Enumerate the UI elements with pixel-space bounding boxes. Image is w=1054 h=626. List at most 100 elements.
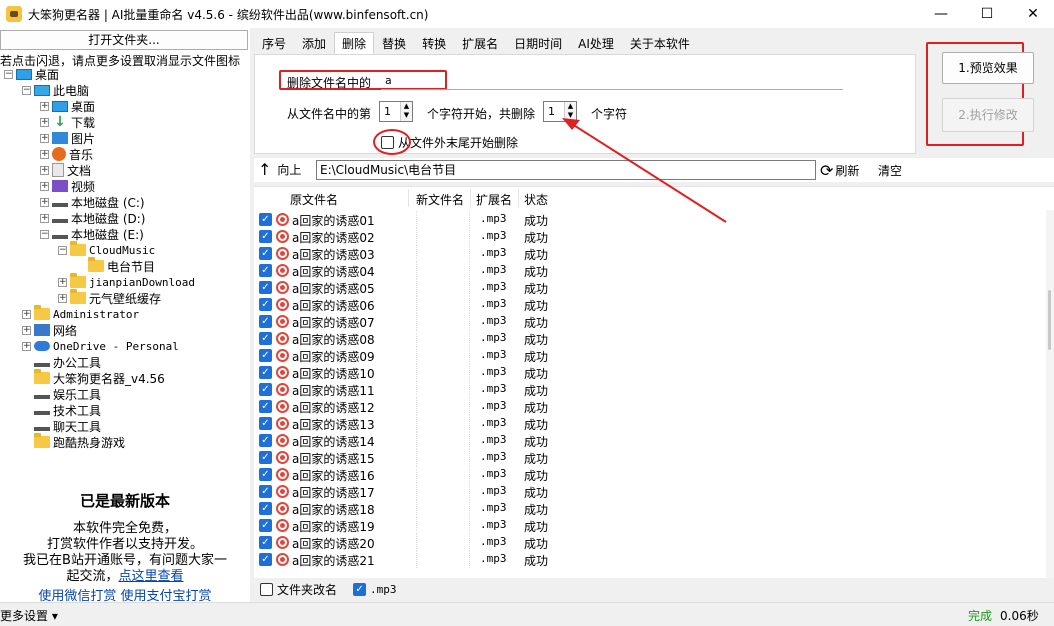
col-extension[interactable]: 扩展名 [476,191,512,208]
row-checkbox[interactable]: ✓ [259,281,272,294]
tab-3[interactable]: 替换 [374,32,415,54]
row-checkbox[interactable]: ✓ [259,485,272,498]
tree-item[interactable]: 娱乐工具 [22,386,101,402]
tab-5[interactable]: 扩展名 [454,32,507,54]
table-row[interactable]: ✓ a回家的诱惑13 .mp3 成功 [254,415,1054,432]
row-checkbox[interactable]: ✓ [259,247,272,260]
tree-item[interactable]: 跑酷热身游戏 [22,433,125,450]
tree-item[interactable]: − CloudMusic [58,241,155,258]
row-checkbox[interactable]: ✓ [259,332,272,345]
minimize-button[interactable]: — [918,0,964,28]
folder-rename-option[interactable]: 文件夹改名 [260,581,337,598]
tab-8[interactable]: 关于本软件 [621,32,698,54]
table-row[interactable]: ✓ a回家的诱惑05 .mp3 成功 [254,279,1054,296]
tree-item[interactable]: + Administrator [22,305,139,322]
col-original-name[interactable]: 原文件名 [290,191,338,208]
tab-7[interactable]: AI处理 [570,32,622,54]
table-row[interactable]: ✓ a回家的诱惑11 .mp3 成功 [254,381,1054,398]
tab-2[interactable]: 删除 [334,32,375,54]
tree-item[interactable]: 大笨狗更名器_v4.56 [22,369,165,386]
row-checkbox[interactable]: ✓ [259,434,272,447]
row-checkbox[interactable]: ✓ [259,264,272,277]
expand-icon[interactable]: + [40,101,49,111]
tree-item[interactable]: − 本地磁盘 (E:) [40,226,144,242]
table-row[interactable]: ✓ a回家的诱惑08 .mp3 成功 [254,330,1054,347]
table-row[interactable]: ✓ a回家的诱惑14 .mp3 成功 [254,432,1054,449]
folder-rename-checkbox[interactable] [260,582,273,596]
table-row[interactable]: ✓ a回家的诱惑06 .mp3 成功 [254,296,1054,313]
expand-icon[interactable]: + [22,341,31,351]
expand-icon[interactable]: + [22,325,31,335]
collapse-icon[interactable]: − [58,245,67,255]
path-input[interactable]: E:\CloudMusic\电台节目 [316,160,816,180]
more-settings-button[interactable]: 更多设置 ▾ [0,607,58,624]
open-folder-button[interactable]: 打开文件夹... [0,30,248,50]
refresh-button[interactable]: ⟳ 刷新 [820,161,859,180]
maximize-button[interactable]: ☐ [964,0,1010,28]
row-checkbox[interactable]: ✓ [259,315,272,328]
bilibili-link[interactable]: 点这里查看 [119,569,184,584]
table-row[interactable]: ✓ a回家的诱惑07 .mp3 成功 [254,313,1054,330]
expand-icon[interactable]: + [58,293,67,303]
up-button[interactable]: ↑ 向上 [258,160,301,179]
tab-1[interactable]: 添加 [294,32,335,54]
table-row[interactable]: ✓ a回家的诱惑01 .mp3 成功 [254,211,1054,228]
row-checkbox[interactable]: ✓ [259,400,272,413]
table-row[interactable]: ✓ a回家的诱惑09 .mp3 成功 [254,347,1054,364]
collapse-icon[interactable]: − [4,69,13,79]
row-checkbox[interactable]: ✓ [259,213,272,226]
expand-icon[interactable]: + [40,165,49,175]
expand-icon[interactable]: + [40,149,49,159]
file-list[interactable]: 原文件名 新文件名 扩展名 状态 ✓ a回家的诱惑01 .mp3 成功 ✓ a回家的诱惑0… [254,186,1054,578]
tree-item[interactable]: + OneDrive - Personal [22,338,179,354]
tree-item[interactable]: − 此电脑 [22,82,89,98]
ext-filter-checkbox[interactable]: ✓ [353,582,367,596]
tree-item[interactable]: 聊天工具 [22,418,101,434]
table-row[interactable]: ✓ a回家的诱惑02 .mp3 成功 [254,228,1054,245]
tab-6[interactable]: 日期时间 [506,32,571,54]
table-row[interactable]: ✓ a回家的诱惑04 .mp3 成功 [254,262,1054,279]
tree-item[interactable]: + jianpianDownload [58,273,195,290]
tab-0[interactable]: 序号 [254,32,295,54]
table-row[interactable]: ✓ a回家的诱惑19 .mp3 成功 [254,517,1054,534]
tree-item[interactable]: + 文档 [40,162,91,178]
table-row[interactable]: ✓ a回家的诱惑18 .mp3 成功 [254,500,1054,517]
tree-item[interactable]: + 图片 [40,130,95,146]
row-checkbox[interactable]: ✓ [259,502,272,515]
expand-icon[interactable]: + [40,181,49,191]
tree-item[interactable]: + 本地磁盘 (D:) [40,210,145,226]
tree-item[interactable]: + 本地磁盘 (C:) [40,194,145,210]
row-checkbox[interactable]: ✓ [259,536,272,549]
row-checkbox[interactable]: ✓ [259,451,272,464]
preview-button[interactable]: 1.预览效果 [942,52,1034,84]
tab-4[interactable]: 转换 [414,32,455,54]
expand-icon[interactable]: + [40,213,49,223]
tree-item[interactable]: 技术工具 [22,402,101,418]
spinner-arrows-icon[interactable]: ▲ ▼ [400,102,412,121]
row-checkbox[interactable]: ✓ [259,230,272,243]
expand-icon[interactable]: + [58,277,67,287]
collapse-icon[interactable]: − [22,85,31,95]
delete-count-spinner[interactable]: 1 ▲ ▼ [543,101,577,122]
table-row[interactable]: ✓ a回家的诱惑20 .mp3 成功 [254,534,1054,551]
tree-item[interactable]: + 音乐 [40,146,93,162]
tree-item[interactable]: + 视频 [40,178,95,194]
table-row[interactable]: ✓ a回家的诱惑10 .mp3 成功 [254,364,1054,381]
row-checkbox[interactable]: ✓ [259,349,272,362]
table-row[interactable]: ✓ a回家的诱惑17 .mp3 成功 [254,483,1054,500]
clear-button[interactable]: 清空 [878,162,902,179]
table-row[interactable]: ✓ a回家的诱惑12 .mp3 成功 [254,398,1054,415]
start-position-spinner[interactable]: 1 ▲ ▼ [379,101,413,122]
vertical-scrollbar[interactable] [1046,210,1054,578]
delete-text-input[interactable] [381,72,843,90]
tree-item[interactable]: + 桌面 [40,98,95,114]
col-new-name[interactable]: 新文件名 [416,191,464,208]
tree-item[interactable]: 电台节目 [76,257,155,274]
table-row[interactable]: ✓ a回家的诱惑16 .mp3 成功 [254,466,1054,483]
expand-icon[interactable]: + [40,197,49,207]
ext-filter-option[interactable]: ✓ .mp3 [353,582,397,596]
tree-item[interactable]: + 网络 [22,322,77,338]
expand-icon[interactable]: + [40,117,49,127]
collapse-icon[interactable]: − [40,229,49,239]
expand-icon[interactable]: + [22,309,31,319]
